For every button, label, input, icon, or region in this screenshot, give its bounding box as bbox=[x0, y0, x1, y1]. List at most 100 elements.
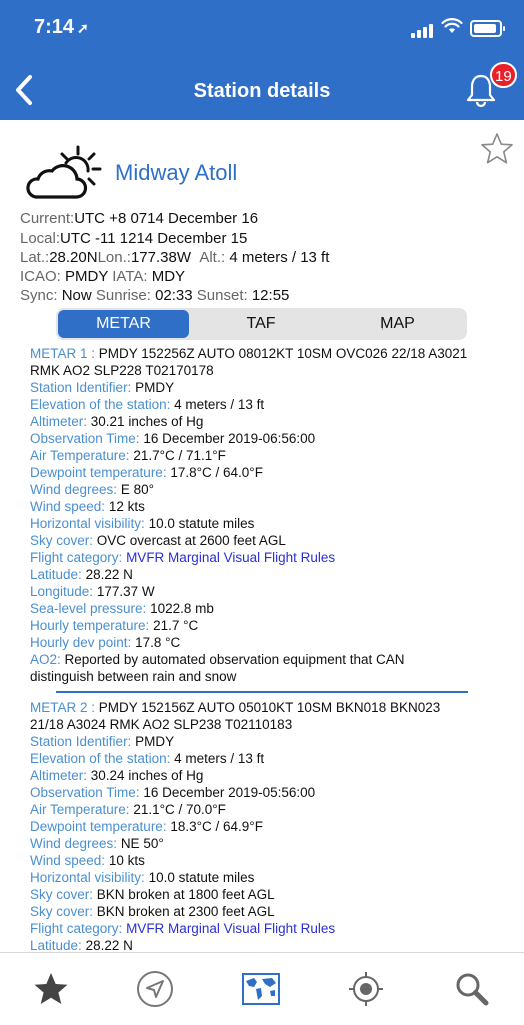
metar-detail-row: Sky cover: BKN broken at 1800 feet AGL bbox=[30, 886, 500, 903]
coordinates-row: Lat.:28.20NLon.:177.38W Alt.: 4 meters /… bbox=[20, 249, 330, 266]
detail-value: NE 50° bbox=[120, 836, 164, 851]
detail-label: Observation Time: bbox=[30, 431, 140, 446]
metar-1-title: METAR 1 : PMDY 152256Z AUTO 08012KT 10SM… bbox=[30, 346, 468, 361]
tab-metar[interactable]: METAR bbox=[58, 310, 189, 338]
detail-label: Flight category: bbox=[30, 921, 123, 936]
metar-detail-row: Horizontal visibility: 10.0 statute mile… bbox=[30, 869, 500, 886]
detail-label: Air Temperature: bbox=[30, 802, 130, 817]
wifi-icon bbox=[441, 18, 463, 33]
detail-value: 177.37 W bbox=[96, 584, 155, 599]
metar-detail-row: Wind speed: 12 kts bbox=[30, 498, 500, 515]
detail-label: Sky cover: bbox=[30, 533, 94, 548]
metar-detail-row: Latitude: 28.22 N bbox=[30, 566, 500, 583]
metar-detail-row: Sea-level pressure: 1022.8 mb bbox=[30, 600, 500, 617]
current-time-row: Current:UTC +8 0714 December 16 bbox=[20, 210, 259, 227]
metar-detail-row: Air Temperature: 21.7°C / 71.1°F bbox=[30, 447, 500, 464]
cellular-signal-icon bbox=[411, 20, 435, 38]
favorites-star-icon[interactable] bbox=[31, 969, 71, 1009]
metar-2-details: Station Identifier: PMDY Elevation of the… bbox=[30, 733, 500, 971]
detail-value: 17.8°C / 64.0°F bbox=[170, 465, 263, 480]
metar-detail-row: Elevation of the station: 4 meters / 13 … bbox=[30, 750, 500, 767]
metar-detail-row: Altimeter: 30.21 inches of Hg bbox=[30, 413, 500, 430]
station-name: Midway Atoll bbox=[115, 160, 238, 185]
detail-value: OVC overcast at 2600 feet AGL bbox=[96, 533, 286, 548]
favorite-star-icon[interactable] bbox=[479, 131, 515, 167]
metar-detail-row: Wind degrees: E 80° bbox=[30, 481, 500, 498]
detail-label: Altimeter: bbox=[30, 768, 88, 783]
detail-label: Sky cover: bbox=[30, 904, 94, 919]
detail-value: 10.0 statute miles bbox=[148, 870, 255, 885]
detail-value: 10 kts bbox=[108, 853, 145, 868]
sync-sun-row: Sync: Now Sunrise: 02:33 Sunset: 12:55 bbox=[20, 287, 290, 304]
detail-label: Hourly dev point: bbox=[30, 635, 132, 650]
tab-taf[interactable]: TAF bbox=[196, 310, 326, 338]
metar-detail-row: Horizontal visibility: 10.0 statute mile… bbox=[30, 515, 500, 532]
partly-cloudy-icon bbox=[26, 145, 102, 199]
metar-detail-row: Observation Time: 16 December 2019-06:56… bbox=[30, 430, 500, 447]
detail-label: Observation Time: bbox=[30, 785, 140, 800]
metar-detail-row: Dewpoint temperature: 18.3°C / 64.9°F bbox=[30, 818, 500, 835]
metar-detail-row: Station Identifier: PMDY bbox=[30, 379, 500, 396]
metar-detail-row: Hourly dev point: 17.8 °C bbox=[30, 634, 500, 651]
detail-value: BKN broken at 1800 feet AGL bbox=[96, 887, 275, 902]
navigation-arrow-icon[interactable] bbox=[135, 969, 175, 1009]
detail-value: 12 kts bbox=[108, 499, 145, 514]
detail-label: Sea-level pressure: bbox=[30, 601, 147, 616]
metar-1-ao2: AO2: Reported by automated observation e… bbox=[30, 652, 405, 667]
detail-label: Elevation of the station: bbox=[30, 751, 171, 766]
detail-label: Altimeter: bbox=[30, 414, 88, 429]
detail-value: BKN broken at 2300 feet AGL bbox=[96, 904, 275, 919]
detail-label: Latitude: bbox=[30, 938, 82, 953]
detail-value: 18.3°C / 64.9°F bbox=[170, 819, 263, 834]
metar-separator bbox=[56, 691, 468, 693]
detail-value: 1022.8 mb bbox=[150, 601, 214, 616]
detail-value: 21.7 °C bbox=[153, 618, 199, 633]
app-header: 7:14 ➚ Station details 19 bbox=[0, 0, 524, 120]
detail-value: 10.0 statute miles bbox=[148, 516, 255, 531]
detail-value: MVFR Marginal Visual Flight Rules bbox=[126, 921, 336, 936]
search-icon[interactable] bbox=[452, 969, 492, 1009]
location-arrow-icon: ➚ bbox=[77, 20, 89, 36]
detail-label: Sky cover: bbox=[30, 887, 94, 902]
detail-value: 16 December 2019-05:56:00 bbox=[143, 785, 316, 800]
metar-2-title: METAR 2 : PMDY 152156Z AUTO 05010KT 10SM… bbox=[30, 700, 441, 715]
detail-label: Wind speed: bbox=[30, 499, 106, 514]
detail-value: 30.24 inches of Hg bbox=[90, 768, 204, 783]
detail-value: 28.22 N bbox=[85, 938, 133, 953]
detail-value: 21.7°C / 71.1°F bbox=[133, 448, 226, 463]
metar-1-details: Station Identifier: PMDY Elevation of the… bbox=[30, 379, 500, 651]
detail-label: Latitude: bbox=[30, 567, 82, 582]
codes-row: ICAO: PMDY IATA: MDY bbox=[20, 268, 186, 285]
detail-value: 4 meters / 13 ft bbox=[174, 397, 265, 412]
metar-detail-row: Sky cover: BKN broken at 2300 feet AGL bbox=[30, 903, 500, 920]
metar-list[interactable]: METAR 1 : PMDY 152256Z AUTO 08012KT 10SM… bbox=[30, 345, 500, 971]
metar-detail-row: Observation Time: 16 December 2019-05:56… bbox=[30, 784, 500, 801]
metar-2-raw-cont: 21/18 A3024 RMK AO2 SLP238 T02110183 bbox=[30, 717, 293, 732]
metar-detail-row: Hourly temperature: 21.7 °C bbox=[30, 617, 500, 634]
detail-label: Horizontal visibility: bbox=[30, 516, 145, 531]
detail-label: Flight category: bbox=[30, 550, 123, 565]
detail-value: 28.22 N bbox=[85, 567, 133, 582]
metar-1-raw-cont: RMK AO2 SLP228 T02170178 bbox=[30, 363, 214, 378]
metar-detail-row: Wind speed: 10 kts bbox=[30, 852, 500, 869]
detail-label: Dewpoint temperature: bbox=[30, 465, 167, 480]
notification-badge: 19 bbox=[490, 62, 517, 88]
battery-icon bbox=[470, 20, 505, 37]
page-title: Station details bbox=[193, 80, 331, 102]
detail-value: 4 meters / 13 ft bbox=[174, 751, 265, 766]
tab-map[interactable]: MAP bbox=[332, 310, 463, 338]
detail-value: 30.21 inches of Hg bbox=[90, 414, 204, 429]
detail-label: Wind degrees: bbox=[30, 836, 118, 851]
world-map-icon[interactable] bbox=[240, 969, 282, 1009]
detail-label: Station Identifier: bbox=[30, 734, 132, 749]
detail-label: Horizontal visibility: bbox=[30, 870, 145, 885]
metar-detail-row: Flight category: MVFR Marginal Visual Fl… bbox=[30, 549, 500, 566]
detail-value: PMDY bbox=[135, 380, 175, 395]
detail-value: E 80° bbox=[120, 482, 154, 497]
local-time-row: Local:UTC -11 1214 December 15 bbox=[20, 230, 248, 247]
detail-label: Station Identifier: bbox=[30, 380, 132, 395]
metar-detail-row: Dewpoint temperature: 17.8°C / 64.0°F bbox=[30, 464, 500, 481]
location-target-icon[interactable] bbox=[346, 969, 386, 1009]
metar-detail-row: Elevation of the station: 4 meters / 13 … bbox=[30, 396, 500, 413]
metar-detail-row: Flight category: MVFR Marginal Visual Fl… bbox=[30, 920, 500, 937]
